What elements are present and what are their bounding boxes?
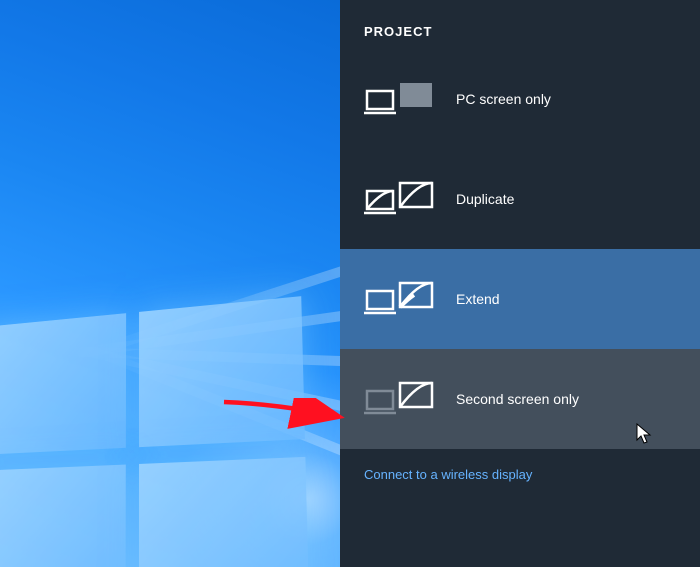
panel-title: PROJECT: [364, 24, 676, 39]
option-extend[interactable]: Extend: [340, 249, 700, 349]
duplicate-icon: [364, 177, 434, 221]
pc-screen-only-icon: [364, 77, 434, 121]
option-pc-screen-only[interactable]: PC screen only: [340, 49, 700, 149]
connect-wireless-display-link[interactable]: Connect to a wireless display: [340, 449, 700, 500]
option-second-screen-only[interactable]: Second screen only: [340, 349, 700, 449]
option-label: Second screen only: [456, 391, 579, 407]
desktop-wallpaper: [0, 0, 340, 567]
project-panel: PROJECT: [340, 0, 700, 567]
option-label: PC screen only: [456, 91, 551, 107]
project-options-list: PC screen only: [340, 49, 700, 449]
option-label: Extend: [456, 291, 500, 307]
panel-header: PROJECT: [340, 0, 700, 49]
extend-icon: [364, 277, 434, 321]
windows-logo-icon: [0, 295, 327, 567]
option-label: Duplicate: [456, 191, 514, 207]
second-screen-only-icon: [364, 377, 434, 421]
option-duplicate[interactable]: Duplicate: [340, 149, 700, 249]
